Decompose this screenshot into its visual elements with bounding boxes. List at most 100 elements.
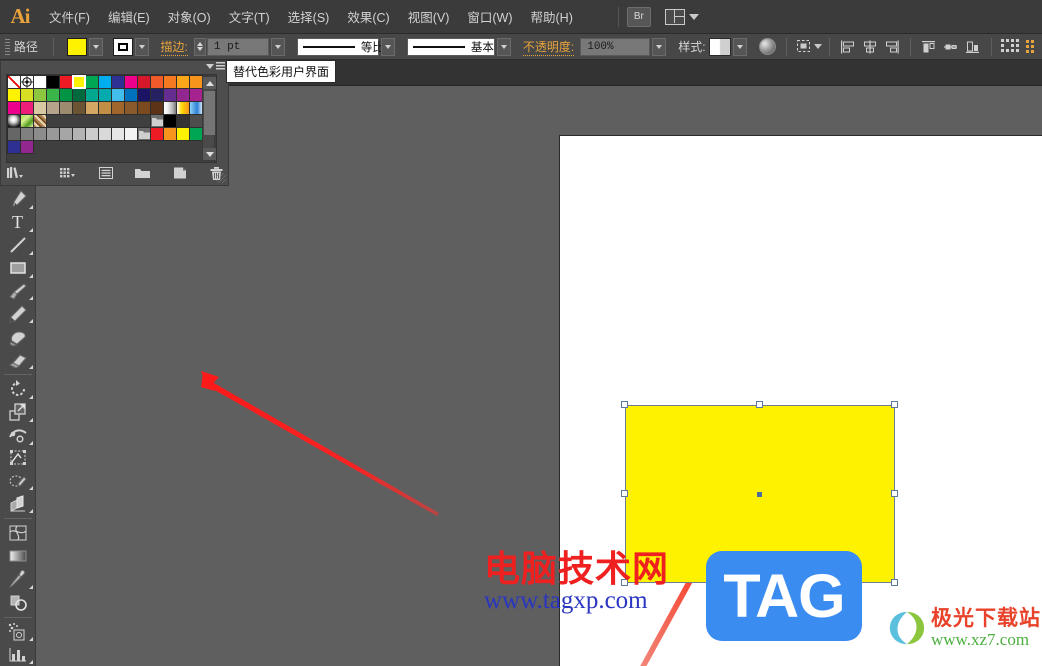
swatch-00aaad[interactable] [98,88,112,102]
tool-pen[interactable] [1,188,35,211]
width-profile-dropdown-button[interactable] [380,37,395,56]
stroke-color-control[interactable] [112,37,149,56]
swatch-1b1464[interactable] [137,88,151,102]
anchor-bottom-left[interactable] [621,579,628,586]
stroke-color-swatch[interactable] [112,37,133,56]
swatch-gradient-white-black[interactable] [163,101,177,115]
swatch-fff200[interactable] [176,127,190,141]
swatch-7b4a1e[interactable] [137,101,151,115]
swatch-662d91[interactable] [163,88,177,102]
graphic-style-control[interactable] [708,37,747,56]
tool-eyedropper[interactable] [1,568,35,591]
tool-width[interactable] [1,424,35,447]
align-right-button[interactable] [884,38,900,56]
swatch-ec008c[interactable] [124,75,138,89]
swatch-d9d9d9[interactable] [98,127,112,141]
menu-edit[interactable]: 编辑(E) [100,3,158,30]
menu-file[interactable]: 文件(F) [41,3,98,30]
tool-type[interactable]: T [1,211,35,234]
tool-shape-builder[interactable] [1,469,35,492]
swatches-grid-container[interactable] [6,74,217,163]
swatch-group-folder-icon[interactable] [150,114,164,128]
swatch-b3b3b3[interactable] [72,127,86,141]
swatch-faa61a[interactable] [176,75,190,89]
fill-dropdown-button[interactable] [88,37,103,56]
swatch-f7941e[interactable] [189,75,203,89]
tool-gradient[interactable] [1,545,35,568]
recolor-artwork-button[interactable] [758,38,776,56]
menu-type[interactable]: 文字(T) [221,3,278,30]
swatch-262262[interactable] [150,88,164,102]
bridge-button[interactable]: Br [626,6,651,27]
tool-eraser[interactable] [1,348,35,371]
new-swatch-button[interactable] [171,164,188,182]
swatches-panel[interactable] [0,60,229,186]
swatch-cccccc[interactable] [85,127,99,141]
graphic-style-dropdown-button[interactable] [732,37,747,56]
align-top-button[interactable] [921,38,937,56]
swatch-fff200[interactable] [72,75,86,89]
swatch-b5a48b[interactable] [46,101,60,115]
anchor-top-center[interactable] [756,401,763,408]
swatch-2e3192[interactable] [111,75,125,89]
graphic-style-swatch[interactable] [708,37,731,56]
swatch-gradient-yellow-orange[interactable] [176,101,190,115]
control-bar-grip[interactable] [3,36,10,57]
swatch-registration-icon[interactable] [20,75,34,89]
stroke-weight-control[interactable]: 1 pt [193,37,285,56]
swatch-8c8c8c[interactable] [33,127,47,141]
anchor-top-left[interactable] [621,401,628,408]
swatch-00a651[interactable] [189,127,203,141]
swatch-pattern-leaf[interactable] [20,114,34,128]
panel-resize-handle[interactable] [216,173,226,183]
swatch-d4a762[interactable] [85,101,99,115]
swatch-d7182a[interactable] [137,75,151,89]
width-profile-combo[interactable]: 等比 [296,37,384,56]
brush-definition-combo[interactable]: 基本 [406,37,495,56]
swatch-options-button[interactable] [97,164,114,182]
opacity-control[interactable]: 100% [580,37,667,56]
swatch-a6a6a6[interactable] [59,127,73,141]
menu-object[interactable]: 对象(O) [160,3,219,30]
swatch-fff200[interactable] [7,88,21,102]
fill-control[interactable] [66,37,103,56]
swatch-666666[interactable] [7,127,21,141]
tool-rotate[interactable] [1,378,35,401]
swatch-333333[interactable] [176,114,190,128]
swatch-5c3317[interactable] [150,101,164,115]
swatch-pattern-sphere[interactable] [7,114,21,128]
align-center-vertical-button[interactable] [943,38,959,56]
tool-blend[interactable] [1,591,35,614]
swatch-c18e45[interactable] [98,101,112,115]
anchor-middle-left[interactable] [621,490,628,497]
brush-definition-control[interactable]: 基本 [406,37,511,56]
swatch-0071bc[interactable] [124,88,138,102]
swatch-92278f[interactable] [20,140,34,154]
swatches-panel-menu-button[interactable] [206,62,225,70]
anchor-middle-right[interactable] [891,490,898,497]
menu-view[interactable]: 视图(V) [400,3,458,30]
align-bottom-button[interactable] [965,38,981,56]
tool-free-transform[interactable] [1,447,35,470]
scroll-down-arrow-icon[interactable] [203,148,216,160]
swatch-4d4d4d[interactable] [189,114,203,128]
swatch-000000[interactable] [46,75,60,89]
tool-line-segment[interactable] [1,234,35,257]
swatch-41beeb[interactable] [111,88,125,102]
tool-symbol-sprayer[interactable] [1,620,35,643]
swatch-a6228f[interactable] [189,88,203,102]
tool-rectangle[interactable] [1,257,35,280]
menu-select[interactable]: 选择(S) [280,3,338,30]
swatch-39b54a[interactable] [46,88,60,102]
swatches-scrollbar[interactable] [202,76,216,161]
swatches-grid[interactable] [7,75,203,154]
swatch-8dc63f[interactable] [33,88,47,102]
swatch-gradient-blue-fade[interactable] [189,101,203,115]
stroke-weight-dropdown-button[interactable] [270,37,285,56]
swatch-9c8b6e[interactable] [59,101,73,115]
align-left-button[interactable] [840,38,856,56]
control-bar-overflow-button[interactable] [1025,38,1039,56]
anchor-top-right[interactable] [891,401,898,408]
swatch-00a651[interactable] [85,75,99,89]
swatch-8b5a2b[interactable] [124,101,138,115]
